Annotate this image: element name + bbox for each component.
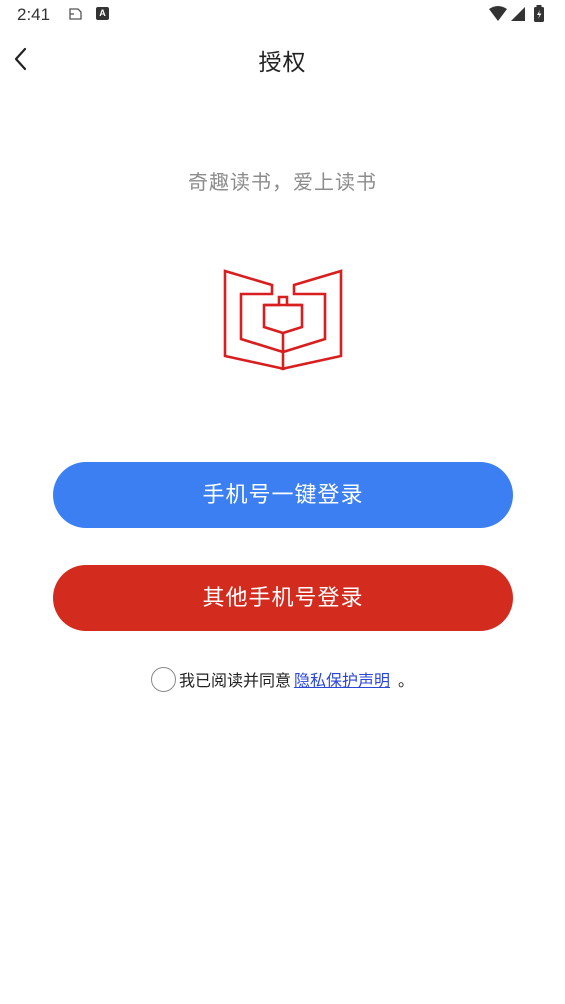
agreement-text: 我已阅读并同意 (178, 671, 291, 690)
other-phone-login-button[interactable]: 其他手机号登录 (53, 565, 513, 631)
status-time: 2:41 (17, 5, 51, 24)
status-bar: 2:41 A (0, 0, 565, 30)
header: 授权 (0, 30, 565, 88)
open-book-logo-icon (223, 269, 343, 371)
agreement-period: 。 (398, 671, 415, 690)
keyboard-a-icon: A (96, 7, 109, 20)
one-click-login-button[interactable]: 手机号一键登录 (53, 462, 513, 528)
wifi-icon (489, 6, 507, 21)
signal-icon (511, 7, 525, 21)
status-right-icons (489, 5, 544, 22)
notification-icon (69, 8, 82, 20)
page-title: 授权 (258, 50, 307, 76)
slogan-text: 奇趣读书，爱上读书 (188, 170, 377, 194)
privacy-statement-link[interactable]: 隐私保护声明 (294, 667, 390, 691)
agreement-row: 我已阅读并同意 隐私保护声明 。 (0, 664, 565, 694)
agreement-checkbox[interactable] (150, 666, 176, 692)
